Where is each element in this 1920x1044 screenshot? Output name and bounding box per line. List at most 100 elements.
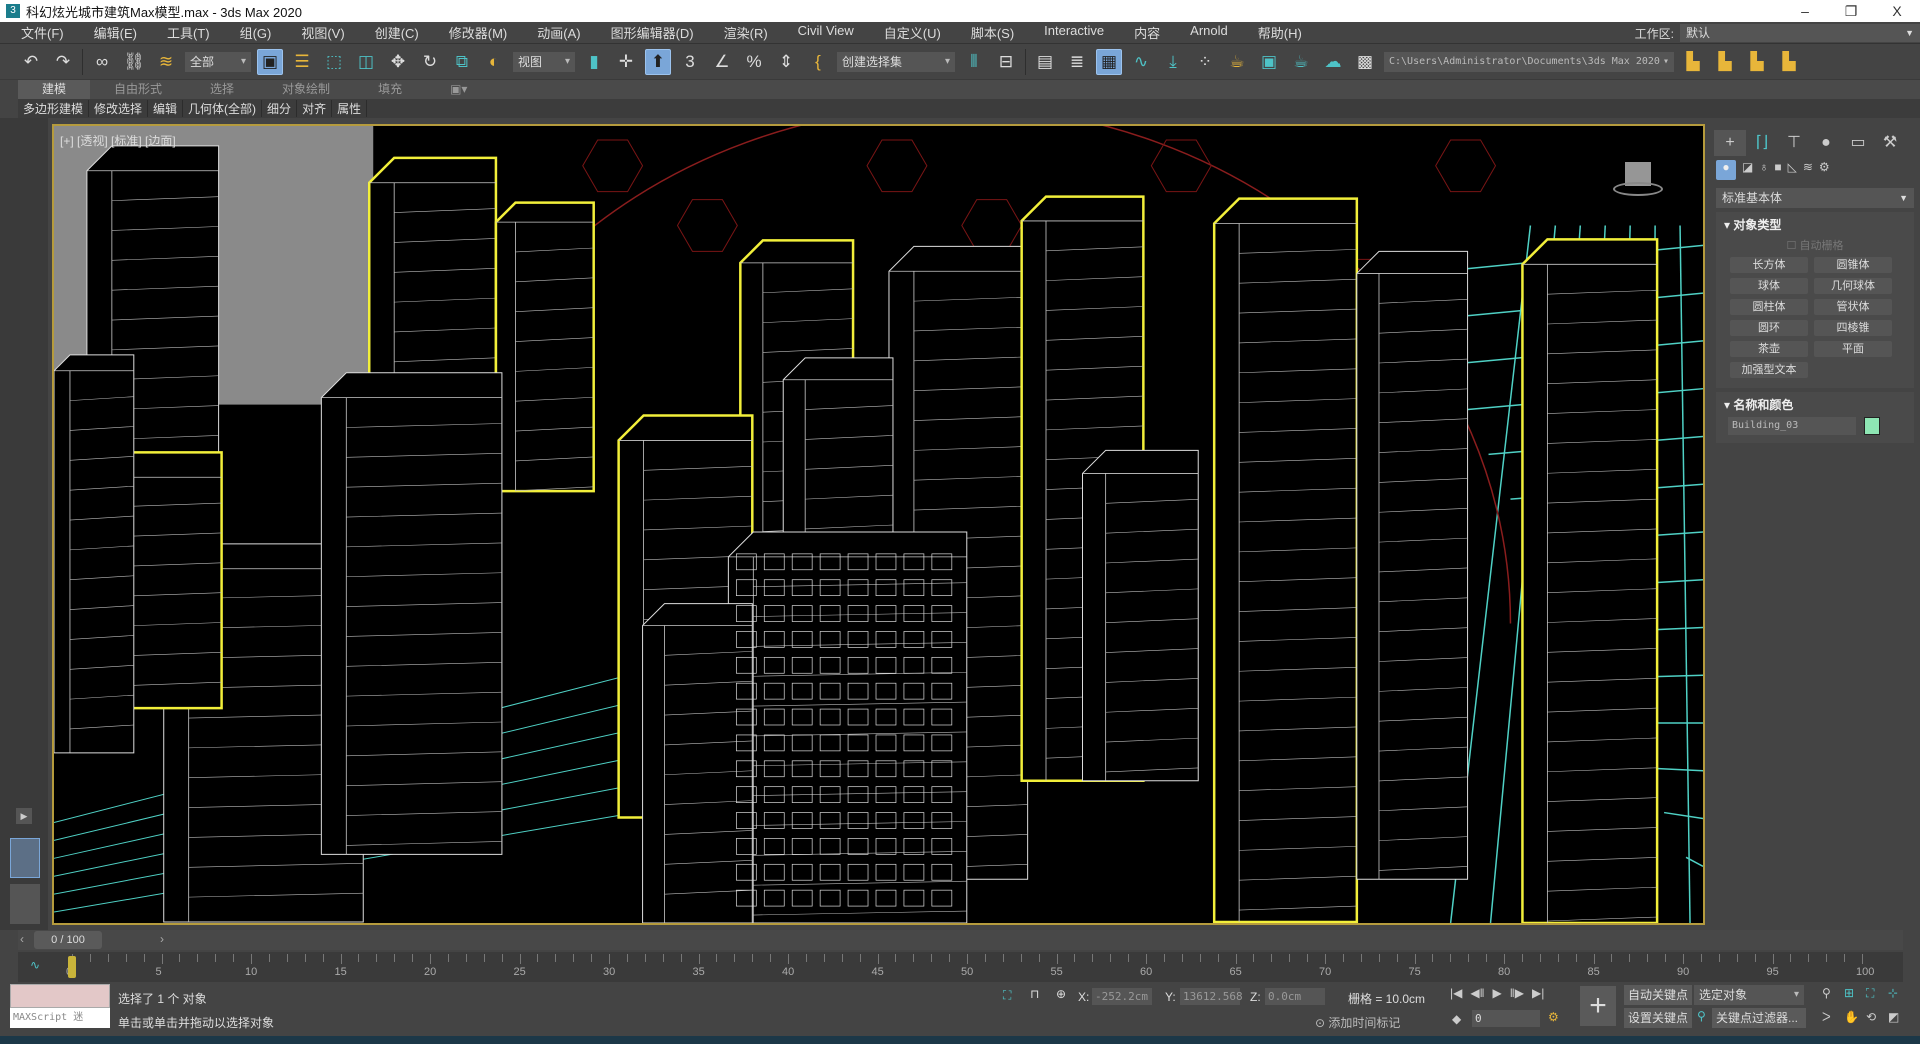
- perspective-viewport[interactable]: [+] [透视] [标准] [边面]: [52, 124, 1705, 925]
- menu-item[interactable]: 编辑(E): [79, 23, 152, 42]
- spinner-snap-icon[interactable]: ⇕: [773, 49, 799, 75]
- display-tab-icon[interactable]: ▭: [1842, 130, 1874, 156]
- angle-snap-icon[interactable]: ∠: [709, 49, 735, 75]
- key-mode-icon[interactable]: ◆: [1452, 1012, 1461, 1026]
- unlink-icon[interactable]: ⛓: [121, 49, 147, 75]
- key-filter-icon[interactable]: ⚲: [1697, 1009, 1706, 1023]
- cameras-icon[interactable]: ■: [1774, 160, 1781, 180]
- zoom-icon[interactable]: ⚲: [1822, 986, 1844, 1006]
- key-target-dropdown[interactable]: 选定对象: [1694, 985, 1804, 1005]
- z-coordinate-input[interactable]: 0.0cm: [1265, 988, 1325, 1005]
- project-path-dropdown[interactable]: C:\Users\Administrator\Documents\3ds Max…: [1384, 51, 1674, 72]
- menu-item[interactable]: Arnold: [1175, 23, 1243, 42]
- rendered-frame-icon[interactable]: ▣: [1256, 49, 1282, 75]
- next-frame-icon[interactable]: ›: [160, 932, 164, 946]
- render-production-icon[interactable]: ☕: [1288, 49, 1314, 75]
- placement-icon[interactable]: ◐: [481, 49, 507, 75]
- go-to-end-icon[interactable]: ▶|: [1532, 986, 1544, 1000]
- frame-counter[interactable]: 0 / 100: [34, 931, 102, 949]
- play-icon[interactable]: ▶: [16, 808, 32, 824]
- ribbon-group[interactable]: 细分: [262, 100, 298, 117]
- motion-tab-icon[interactable]: ●: [1810, 130, 1842, 156]
- link-icon[interactable]: ∞: [89, 49, 115, 75]
- ribbon-tab[interactable]: 自由形式: [90, 80, 186, 99]
- ribbon-group[interactable]: 属性: [332, 100, 368, 117]
- align-icon[interactable]: ⊟: [993, 49, 1019, 75]
- close-button[interactable]: X: [1874, 0, 1920, 22]
- pivot-icon[interactable]: ▮: [581, 49, 607, 75]
- primitive-button[interactable]: 四棱锥: [1814, 320, 1892, 336]
- primitive-button[interactable]: 圆锥体: [1814, 257, 1892, 273]
- object-color-swatch[interactable]: [1864, 417, 1880, 435]
- select-by-name-icon[interactable]: ☰: [289, 49, 315, 75]
- name-color-header[interactable]: ▾ 名称和颜色: [1716, 392, 1914, 417]
- maximize-viewport-icon[interactable]: ◩: [1888, 1010, 1910, 1030]
- window-crossing-icon[interactable]: ◫: [353, 49, 379, 75]
- redo-icon[interactable]: ↷: [50, 49, 76, 75]
- edit-named-selection-icon[interactable]: {: [805, 49, 831, 75]
- bind-spacewarp-icon[interactable]: ≋: [153, 49, 179, 75]
- y-coordinate-input[interactable]: 13612.568: [1180, 988, 1243, 1005]
- ribbon-group[interactable]: 几何体(全部): [183, 100, 263, 117]
- prev-frame-icon[interactable]: ‹: [20, 932, 24, 946]
- primitive-button[interactable]: 长方体: [1730, 257, 1808, 273]
- previous-frame-icon[interactable]: ◀‖: [1470, 986, 1484, 1000]
- absolute-mode-icon[interactable]: ⊕: [1056, 987, 1066, 1001]
- object-name-input[interactable]: Building_03: [1728, 417, 1856, 435]
- lights-icon[interactable]: ♁: [1759, 160, 1768, 180]
- menu-item[interactable]: 渲染(R): [709, 23, 783, 42]
- ribbon-group[interactable]: 编辑: [148, 100, 184, 117]
- create-tab-icon[interactable]: +: [1714, 130, 1746, 156]
- menu-item[interactable]: 视图(V): [286, 23, 359, 42]
- maxscript-listener-pink[interactable]: [10, 984, 110, 1008]
- workspace-dropdown[interactable]: 默认 ▼: [1680, 24, 1920, 42]
- fov-icon[interactable]: ᐳ: [1822, 1010, 1844, 1030]
- viewport-thumbnail-active[interactable]: [10, 838, 40, 878]
- primitive-button[interactable]: 加强型文本: [1730, 362, 1808, 378]
- primitive-button[interactable]: 茶壶: [1730, 341, 1808, 357]
- current-frame-input[interactable]: 0: [1472, 1010, 1540, 1027]
- render-setup-icon[interactable]: ☕: [1224, 49, 1250, 75]
- menu-item[interactable]: 内容: [1119, 23, 1175, 42]
- primitive-button[interactable]: 管状体: [1814, 299, 1892, 315]
- menu-item[interactable]: 图形编辑器(D): [596, 23, 709, 42]
- systems-icon[interactable]: ⚙: [1819, 160, 1830, 180]
- ribbon-tab[interactable]: 对象绘制: [258, 80, 354, 99]
- ribbon-options-icon[interactable]: ▣▾: [426, 80, 491, 99]
- select-manipulate-icon[interactable]: ✛: [613, 49, 639, 75]
- key-filters-button[interactable]: 关键点过滤器...: [1712, 1008, 1806, 1028]
- curve-editor-icon[interactable]: ∿: [1128, 49, 1154, 75]
- menu-item[interactable]: 动画(A): [522, 23, 595, 42]
- layer-explorer-icon[interactable]: ≣: [1064, 49, 1090, 75]
- restore-button[interactable]: ❐: [1828, 0, 1874, 22]
- spacewarps-icon[interactable]: ≋: [1803, 160, 1813, 180]
- category-dropdown[interactable]: 标准基本体 ▼: [1716, 188, 1914, 208]
- primitive-button[interactable]: 平面: [1814, 341, 1892, 357]
- shapes-icon[interactable]: ◪: [1742, 160, 1753, 180]
- utilities-tab-icon[interactable]: ⚒: [1874, 130, 1906, 156]
- menu-item[interactable]: 帮助(H): [1243, 23, 1317, 42]
- project-folder-icon[interactable]: ▙: [1680, 49, 1706, 75]
- zoom-extents-all-icon[interactable]: ⊹: [1888, 986, 1910, 1006]
- ribbon-group[interactable]: 多边形建模: [18, 100, 90, 117]
- modify-tab-icon[interactable]: ⌈⌋: [1746, 130, 1778, 156]
- curve-editor-mini-icon[interactable]: ∿: [30, 958, 40, 972]
- project-structure-icon[interactable]: ▙: [1744, 49, 1770, 75]
- ribbon-tab[interactable]: 选择: [186, 80, 258, 99]
- minimize-button[interactable]: –: [1782, 0, 1828, 22]
- move-icon[interactable]: ✥: [385, 49, 411, 75]
- ribbon-group[interactable]: 对齐: [297, 100, 333, 117]
- menu-item[interactable]: 脚本(S): [956, 23, 1029, 42]
- menu-item[interactable]: 创建(C): [360, 23, 434, 42]
- ribbon-tab[interactable]: 填充: [354, 80, 426, 99]
- scene-explorer-icon[interactable]: ▤: [1032, 49, 1058, 75]
- orbit-icon[interactable]: ⟲: [1866, 1010, 1888, 1030]
- isolate-selection-icon[interactable]: ⛶: [1003, 988, 1011, 1003]
- toggle-ribbon-icon[interactable]: ▦: [1096, 48, 1122, 75]
- select-object-icon[interactable]: ▣: [257, 48, 283, 75]
- primitive-button[interactable]: 圆柱体: [1730, 299, 1808, 315]
- viewport-layout-icon[interactable]: ▩: [1352, 49, 1378, 75]
- schematic-view-icon[interactable]: ⤓: [1160, 49, 1186, 75]
- viewport-label[interactable]: [+] [透视] [标准] [边面]: [60, 132, 176, 149]
- ribbon-tab[interactable]: 建模: [18, 80, 91, 99]
